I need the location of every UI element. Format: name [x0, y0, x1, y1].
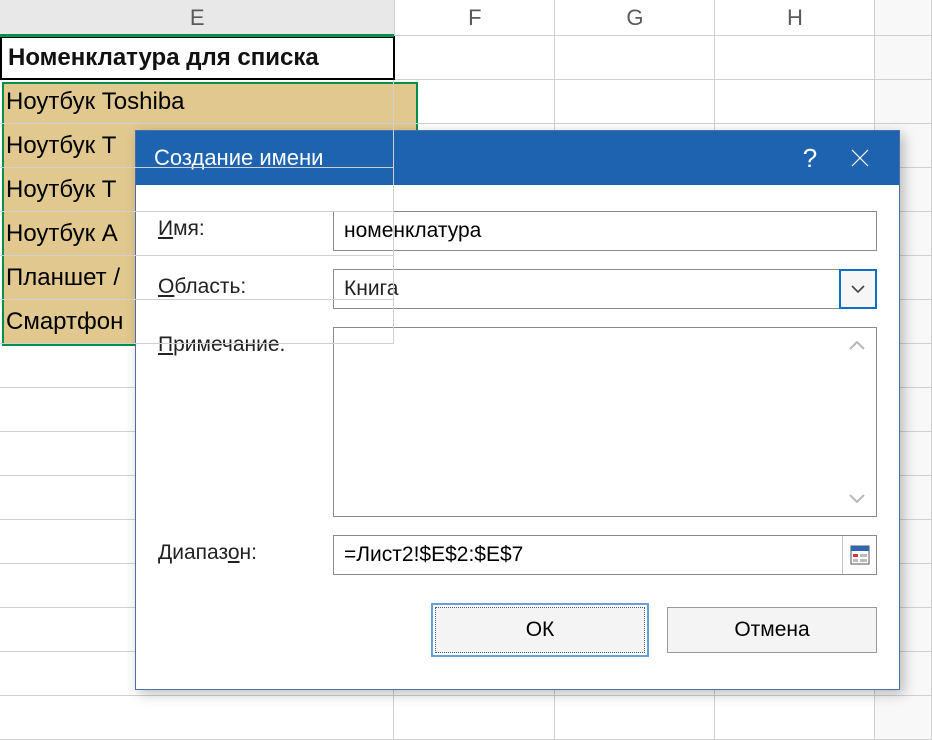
cell[interactable] [715, 36, 875, 80]
scope-combo[interactable]: Книга [333, 269, 877, 309]
cell[interactable] [715, 80, 875, 124]
scroll-down-button[interactable] [842, 486, 872, 512]
range-input-wrap [333, 535, 877, 575]
cell[interactable] [395, 36, 555, 80]
chevron-down-icon [850, 284, 866, 294]
cell[interactable] [555, 36, 715, 80]
column-header-e[interactable]: E [0, 0, 395, 35]
table-header-cell[interactable]: Номенклатура для списка [0, 36, 395, 80]
scope-dropdown-button[interactable] [839, 269, 877, 309]
cell[interactable] [394, 696, 554, 740]
range-picker-button[interactable] [842, 536, 876, 574]
help-button[interactable]: ? [785, 131, 835, 185]
scope-value: Книга [333, 269, 839, 309]
chevron-up-icon [848, 339, 866, 351]
range-picker-icon [849, 544, 871, 566]
cell[interactable] [875, 80, 932, 124]
range-row: Диапазон: [158, 535, 877, 575]
name-input[interactable] [333, 211, 877, 251]
list-item[interactable]: Ноутбук T [0, 124, 394, 168]
cancel-button[interactable]: Отмена [667, 607, 877, 653]
column-header-g[interactable]: G [555, 0, 715, 35]
cell[interactable] [394, 80, 554, 124]
note-row: Примечание. [158, 327, 877, 517]
ok-button[interactable]: ОК [435, 607, 645, 653]
cell[interactable] [555, 80, 715, 124]
note-textarea[interactable] [333, 327, 877, 517]
list-item[interactable]: Ноутбук A [0, 212, 394, 256]
cell[interactable] [875, 696, 932, 740]
cell[interactable] [875, 36, 932, 80]
column-header-f[interactable]: F [395, 0, 555, 35]
scroll-up-button[interactable] [842, 332, 872, 358]
range-label: Диапазон: [158, 535, 333, 565]
list-item[interactable]: Ноутбук Toshiba [0, 80, 394, 124]
cell[interactable] [715, 696, 875, 740]
list-item[interactable]: Ноутбук T [0, 168, 394, 212]
column-headers: E F G H [0, 0, 932, 36]
range-input[interactable] [334, 536, 842, 574]
cell[interactable] [0, 696, 394, 740]
column-header-blank [875, 0, 932, 35]
dialog-buttons: ОК Отмена [158, 593, 877, 653]
column-header-h[interactable]: H [715, 0, 875, 35]
list-item[interactable]: Планшет / [0, 256, 394, 300]
chevron-down-icon [848, 493, 866, 505]
close-button[interactable] [835, 131, 885, 185]
cell[interactable] [555, 696, 715, 740]
list-item[interactable]: Смартфон [0, 300, 394, 344]
close-icon [849, 147, 871, 169]
